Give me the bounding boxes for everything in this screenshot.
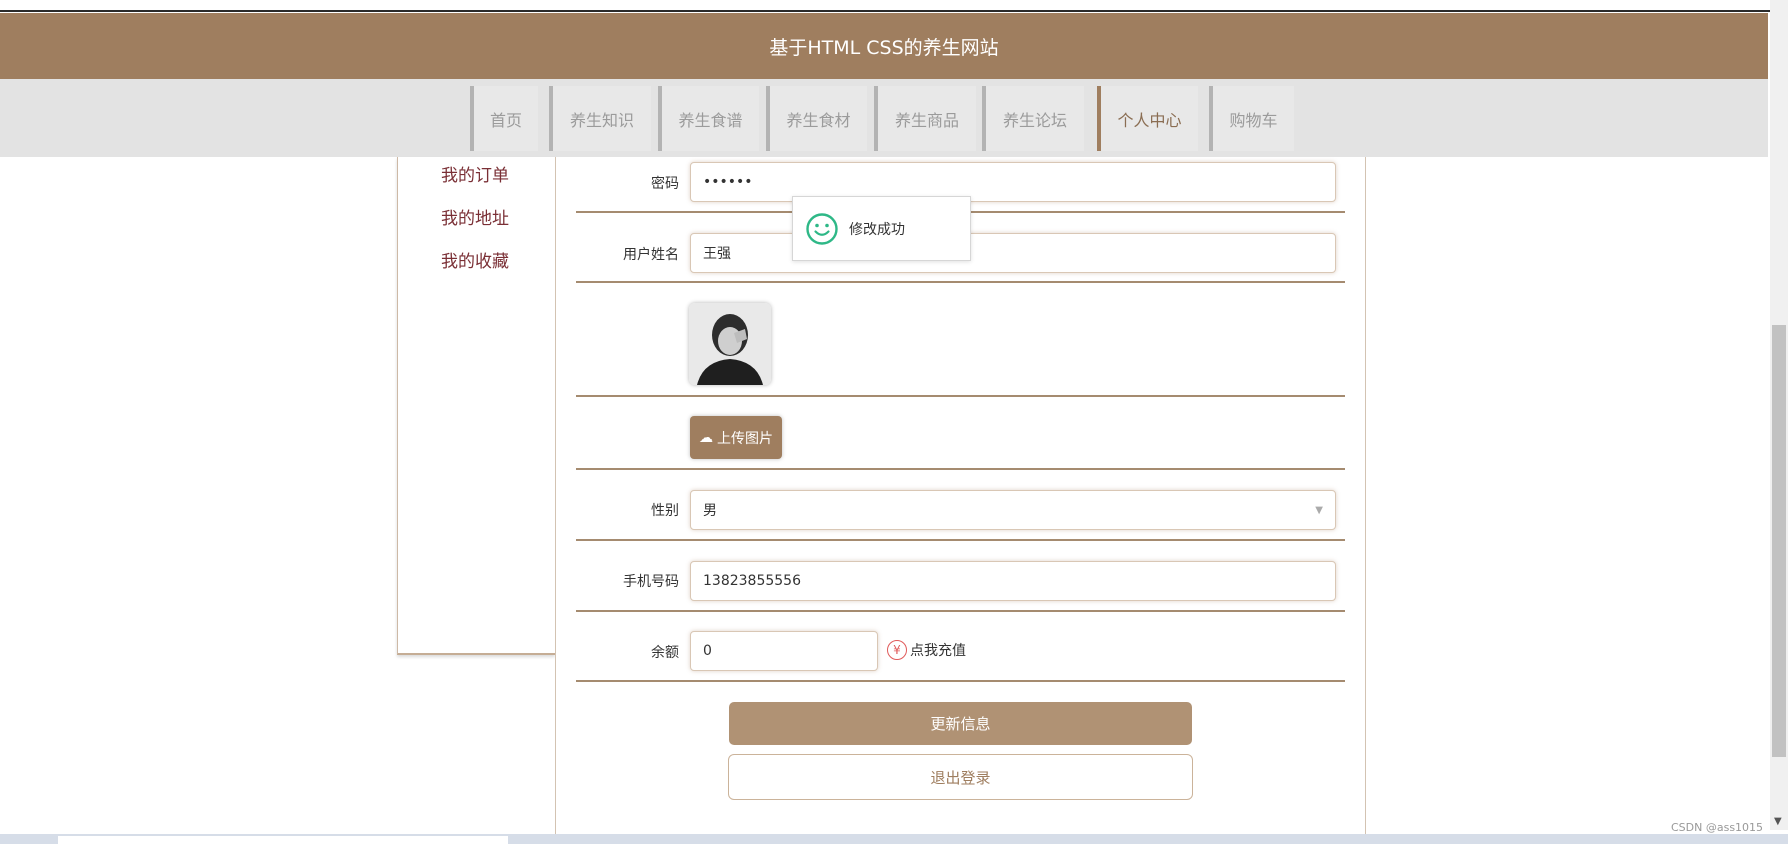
nav-recipes[interactable]: 养生食谱 bbox=[658, 86, 759, 151]
sidebar-item-address[interactable]: 我的地址 bbox=[441, 204, 509, 229]
watermark: CSDN @ass1015 bbox=[1671, 821, 1764, 834]
sidebar-item-favorites[interactable]: 我的收藏 bbox=[441, 247, 509, 272]
user-sidebar: 我的订单 我的地址 我的收藏 bbox=[397, 157, 555, 655]
balance-label: 余额 bbox=[651, 645, 679, 661]
recharge-label: 点我充值 bbox=[910, 643, 966, 659]
gender-select[interactable]: 男 ▼ bbox=[690, 490, 1336, 530]
gender-value: 男 bbox=[703, 503, 717, 519]
cloud-upload-icon: ☁ bbox=[699, 429, 713, 446]
password-field[interactable]: •••••• bbox=[690, 162, 1336, 202]
smile-icon bbox=[806, 212, 838, 245]
recharge-link[interactable]: ¥ 点我充值 bbox=[887, 640, 966, 660]
nav-products[interactable]: 养生商品 bbox=[874, 86, 976, 151]
sidebar-item-orders[interactable]: 我的订单 bbox=[441, 161, 509, 186]
top-border bbox=[0, 0, 1770, 12]
site-title: 基于HTML CSS的养生网站 bbox=[769, 36, 999, 59]
nav-knowledge[interactable]: 养生知识 bbox=[549, 86, 651, 151]
nav-ingredients[interactable]: 养生食材 bbox=[766, 86, 867, 151]
divider bbox=[576, 281, 1345, 283]
avatar bbox=[689, 303, 771, 385]
yen-icon: ¥ bbox=[887, 640, 907, 660]
divider bbox=[576, 610, 1345, 612]
chevron-down-icon: ▼ bbox=[1315, 504, 1323, 516]
name-label: 用户姓名 bbox=[623, 247, 679, 263]
scrollbar-thumb[interactable] bbox=[1772, 325, 1786, 757]
upload-label: 上传图片 bbox=[717, 430, 773, 447]
scroll-down-arrow-icon[interactable]: ▼ bbox=[1774, 816, 1782, 827]
divider bbox=[576, 468, 1345, 470]
taskbar bbox=[0, 834, 1788, 844]
gender-label: 性别 bbox=[651, 503, 679, 519]
nav-forum[interactable]: 养生论坛 bbox=[982, 86, 1084, 151]
name-field[interactable]: 王强 bbox=[690, 233, 1336, 273]
taskbar-item[interactable] bbox=[58, 836, 508, 844]
update-info-button[interactable]: 更新信息 bbox=[729, 702, 1192, 745]
phone-label: 手机号码 bbox=[623, 574, 679, 590]
nav-cart[interactable]: 购物车 bbox=[1209, 86, 1294, 151]
divider bbox=[576, 395, 1345, 397]
divider bbox=[576, 680, 1345, 682]
phone-field[interactable]: 13823855556 bbox=[690, 561, 1336, 601]
balance-field[interactable]: 0 bbox=[690, 631, 878, 671]
nav-user-center[interactable]: 个人中心 bbox=[1097, 86, 1198, 151]
site-header: 基于HTML CSS的养生网站 bbox=[0, 13, 1768, 79]
upload-image-button[interactable]: ☁ 上传图片 bbox=[690, 416, 782, 459]
nav-home[interactable]: 首页 bbox=[470, 86, 538, 151]
divider bbox=[576, 539, 1345, 541]
success-toast: 修改成功 bbox=[792, 196, 971, 261]
logout-button[interactable]: 退出登录 bbox=[728, 754, 1193, 800]
toast-message: 修改成功 bbox=[849, 221, 905, 238]
password-label: 密码 bbox=[651, 176, 679, 192]
